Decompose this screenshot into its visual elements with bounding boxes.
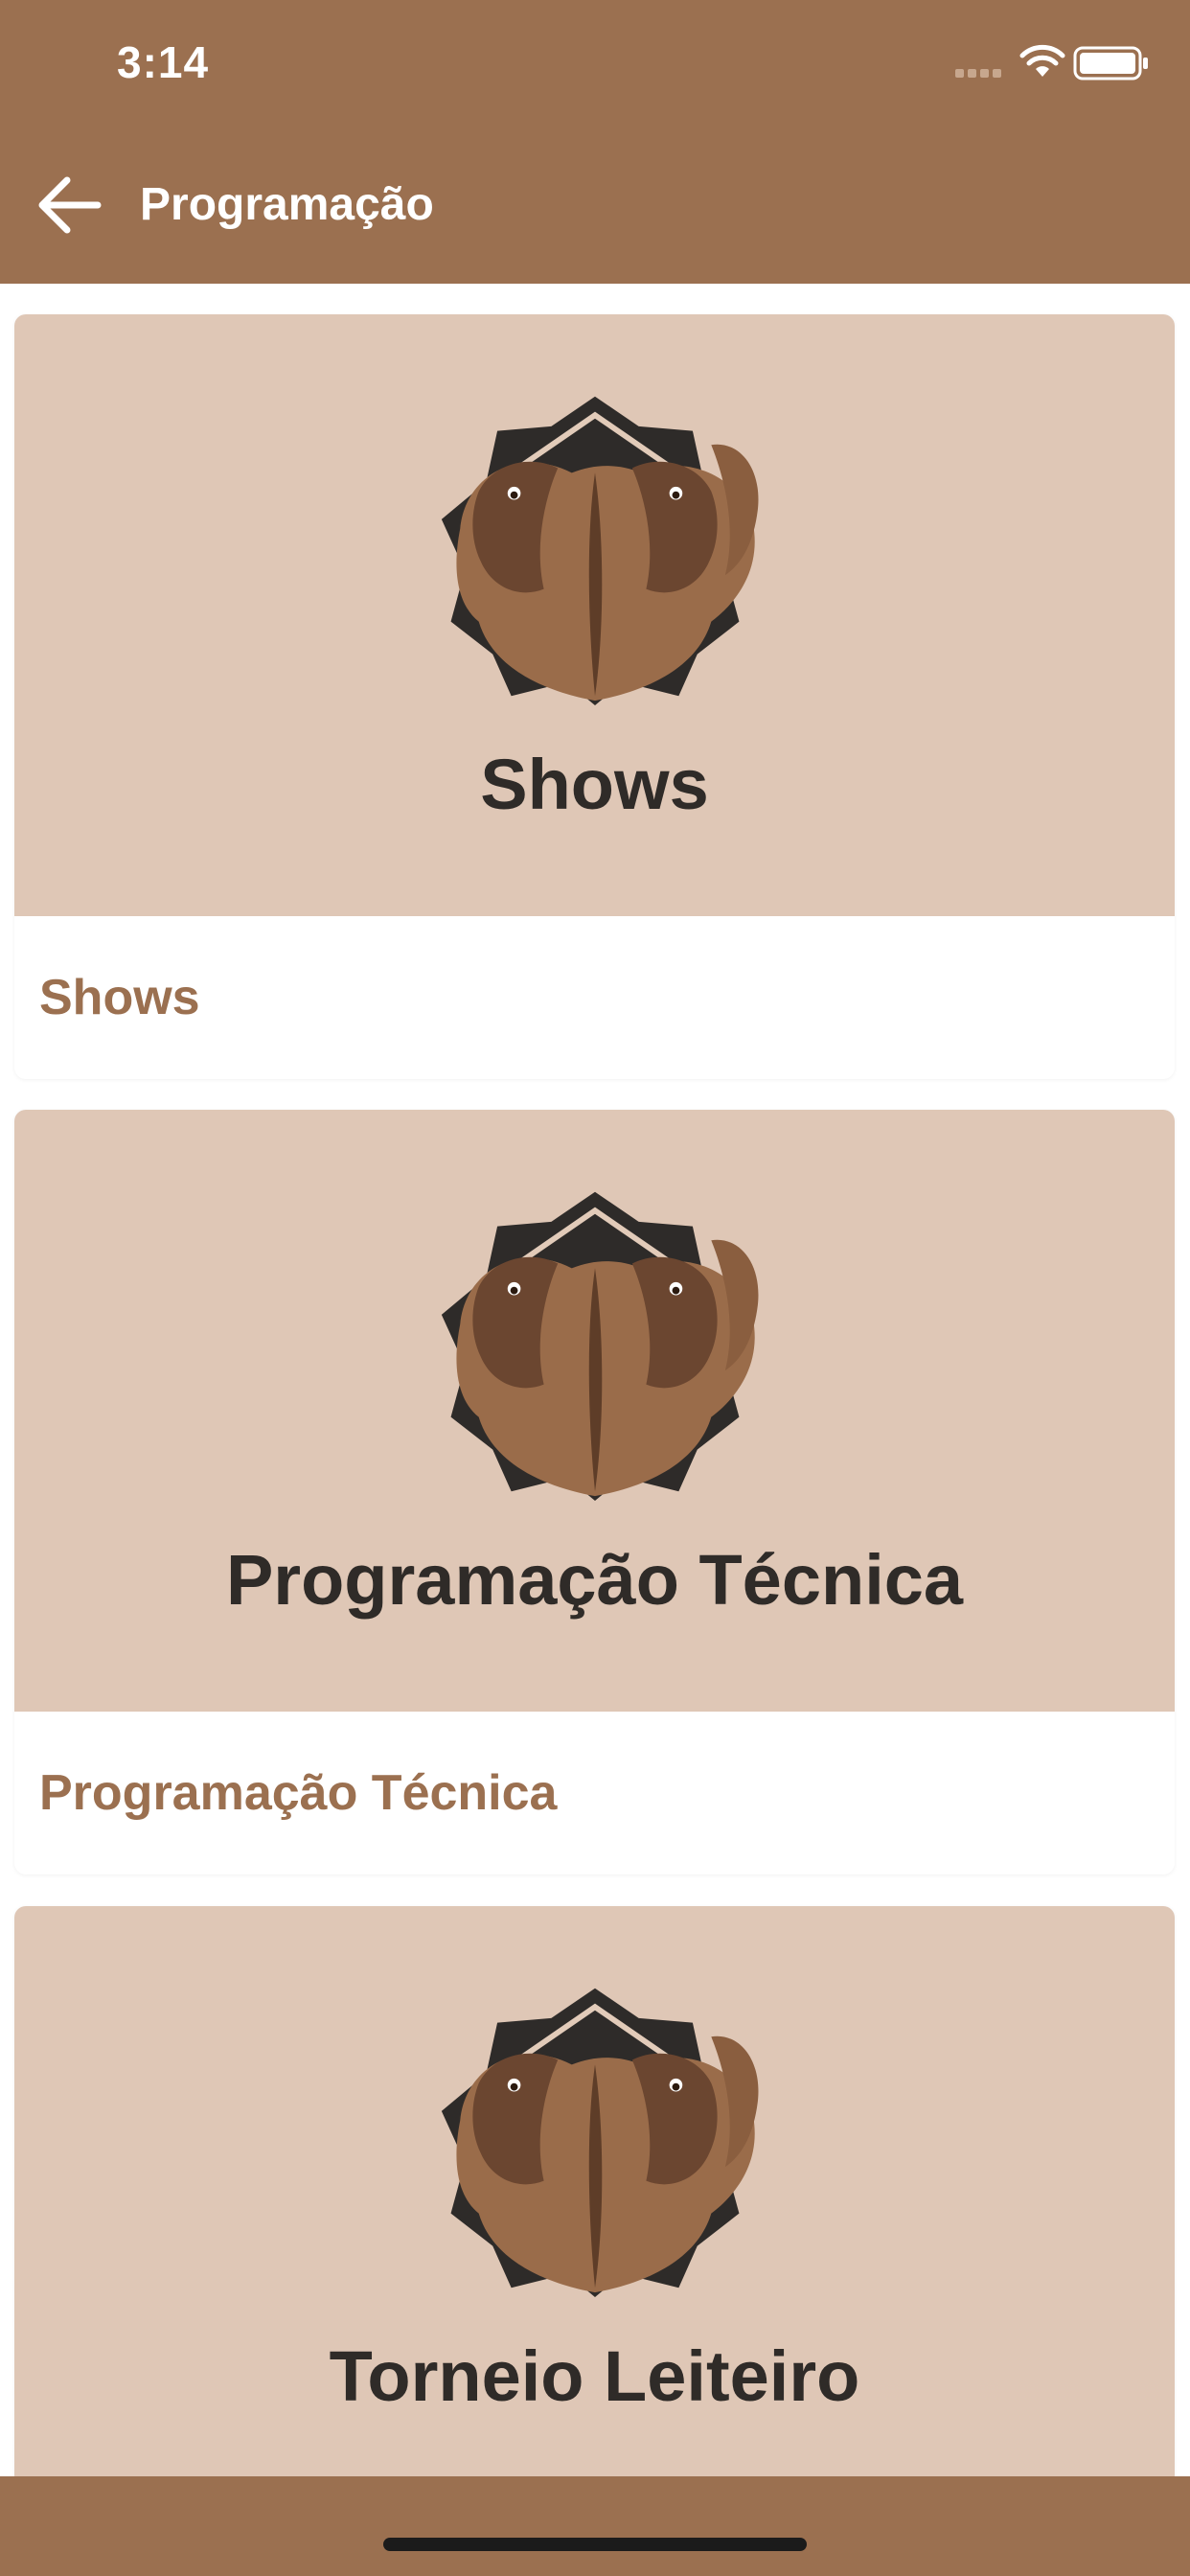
twin-cattle-logo	[427, 1184, 763, 1501]
page-title: Programação	[140, 179, 434, 230]
card-label: Programação Técnica	[39, 1765, 558, 1821]
card-image-title: Torneio Leiteiro	[329, 2336, 860, 2416]
schedule-list: Shows Shows Programação Técnica Programa…	[0, 284, 1190, 2476]
card-image: Programação Técnica	[14, 1110, 1175, 1712]
card-image-title: Shows	[480, 745, 709, 824]
bottom-bar	[0, 2476, 1190, 2576]
card-label: Shows	[39, 970, 200, 1025]
card-image: Shows	[14, 314, 1175, 916]
signal-dots-icon	[955, 65, 1007, 78]
twin-cattle-logo	[427, 389, 763, 705]
card-image: Torneio Leiteiro	[14, 1906, 1175, 2476]
home-indicator[interactable]	[383, 2538, 807, 2551]
card-shows[interactable]: Shows Shows	[14, 314, 1175, 1079]
app-header: 3:14 Programação	[0, 0, 1190, 284]
back-button[interactable]	[36, 174, 103, 236]
wifi-icon	[1019, 44, 1065, 77]
battery-icon	[1073, 46, 1148, 80]
card-image-title: Programação Técnica	[225, 1540, 964, 1620]
card-torneio-leiteiro[interactable]: Torneio Leiteiro	[14, 1906, 1175, 2476]
status-time: 3:14	[117, 37, 210, 87]
card-programacao-tecnica[interactable]: Programação Técnica Programação Técnica	[14, 1110, 1175, 1874]
arrow-left-icon	[38, 176, 102, 234]
twin-cattle-logo	[427, 1981, 763, 2297]
